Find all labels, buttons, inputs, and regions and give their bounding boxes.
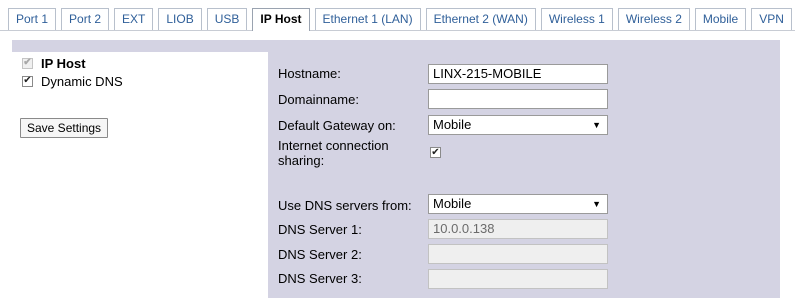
default-gateway-label: Default Gateway on: <box>278 118 396 133</box>
dns-server-2-input <box>428 244 608 264</box>
tab-port-2[interactable]: Port 2 <box>61 8 110 30</box>
tab-vpn[interactable]: VPN <box>751 8 792 30</box>
tab-usb[interactable]: USB <box>206 8 248 30</box>
check-icon: ✔ <box>23 57 32 68</box>
tree-item-dynamic-dns[interactable]: ✔ Dynamic DNS <box>22 72 123 90</box>
dns-source-select[interactable]: Mobile ▼ <box>428 194 608 214</box>
dns-server-1-label: DNS Server 1: <box>278 222 362 237</box>
check-icon: ✔ <box>431 146 440 158</box>
check-icon: ✔ <box>23 75 32 86</box>
tree-item-label[interactable]: Dynamic DNS <box>41 74 123 89</box>
save-settings-button[interactable]: Save Settings <box>20 118 109 138</box>
domainname-label: Domainname: <box>278 92 359 107</box>
hostname-input[interactable]: LINX-215-MOBILE <box>428 64 608 84</box>
dns-server-2-label: DNS Server 2: <box>278 247 362 262</box>
tab-wireless-1[interactable]: Wireless 1 <box>540 8 613 30</box>
ip-host-checkbox: ✔ <box>22 57 33 69</box>
tree-item-ip-host: ✔ IP Host <box>22 54 86 72</box>
tab-ip-host[interactable]: IP Host <box>252 8 310 31</box>
tab-wireless-2[interactable]: Wireless 2 <box>617 8 690 30</box>
chevron-down-icon: ▼ <box>592 120 601 130</box>
tab-mobile[interactable]: Mobile <box>694 8 747 30</box>
dns-server-3-input <box>428 269 608 289</box>
domainname-input[interactable] <box>428 89 608 109</box>
default-gateway-select[interactable]: Mobile ▼ <box>428 115 608 135</box>
tab-liob[interactable]: LIOB <box>158 8 202 30</box>
tree-item-label: IP Host <box>41 55 86 71</box>
tab-ext[interactable]: EXT <box>114 8 154 30</box>
tab-port-1[interactable]: Port 1 <box>8 8 57 30</box>
settings-tree-panel: ✔ IP Host ✔ Dynamic DNS Save Settings <box>12 52 268 298</box>
ics-checkbox[interactable]: ✔ <box>430 147 441 158</box>
ics-label-line-2: sharing: <box>278 153 325 168</box>
hostname-label: Hostname: <box>278 66 341 81</box>
dynamic-dns-checkbox[interactable]: ✔ <box>22 75 33 87</box>
tab-ethernet-1-lan[interactable]: Ethernet 1 (LAN) <box>314 8 421 30</box>
dns-server-3-label: DNS Server 3: <box>278 271 362 286</box>
dns-source-label: Use DNS servers from: <box>278 198 412 213</box>
default-gateway-value: Mobile <box>433 117 472 132</box>
chevron-down-icon: ▼ <box>592 199 601 209</box>
ics-label-line-1: Internet connection <box>278 138 389 153</box>
tab-bar: Port 1 Port 2 EXT LIOB USB IP Host Ether… <box>8 8 792 31</box>
ics-label: Internet connection sharing: <box>278 138 389 168</box>
tab-ethernet-2-wan[interactable]: Ethernet 2 (WAN) <box>425 8 536 30</box>
dns-server-1-input: 10.0.0.138 <box>428 219 608 239</box>
dns-source-value: Mobile <box>433 196 472 211</box>
